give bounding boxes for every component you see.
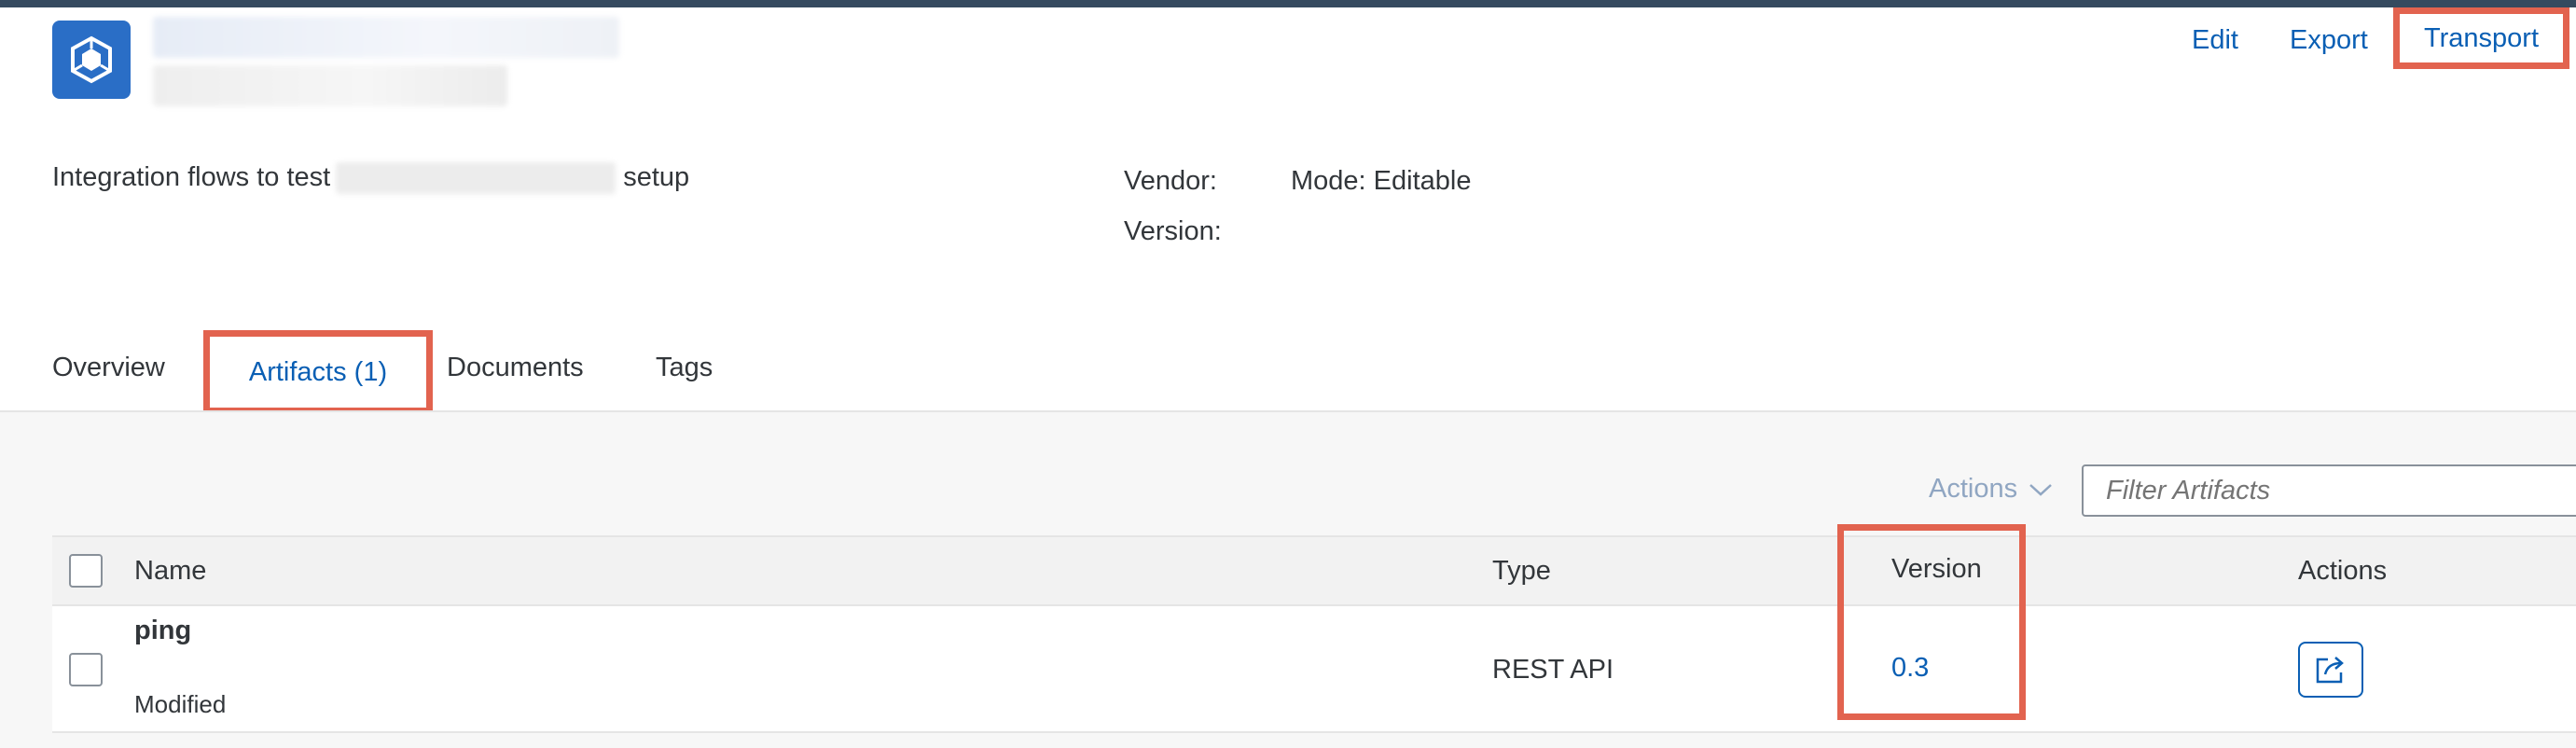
artifact-version-link[interactable]: 0.3 <box>1891 653 1929 684</box>
select-all-checkbox[interactable] <box>69 554 103 588</box>
column-header-type[interactable]: Type <box>1492 556 1551 587</box>
table-row[interactable]: ping Modified REST API <box>52 606 2576 733</box>
transport-button[interactable]: Transport <box>2393 7 2570 69</box>
table-header: Name Type Actions <box>52 535 2576 606</box>
artifact-status: Modified <box>134 690 227 718</box>
tab-artifacts[interactable]: Artifacts (1) <box>203 330 433 414</box>
export-icon <box>2316 657 2344 684</box>
column-header-actions: Actions <box>2298 556 2388 586</box>
artifact-action-button[interactable] <box>2298 642 2363 698</box>
artifact-name[interactable]: ping <box>134 616 191 646</box>
edit-button[interactable]: Edit <box>2192 17 2238 63</box>
mode-status: Mode: Editable <box>1291 166 1472 196</box>
package-icon <box>52 21 131 99</box>
artifact-type: REST API <box>1492 655 1614 685</box>
column-header-name[interactable]: Name <box>134 556 206 587</box>
column-header-version[interactable]: Version <box>1891 554 1982 585</box>
actions-dropdown[interactable]: Actions <box>1929 474 2053 505</box>
package-title-redacted <box>153 17 619 58</box>
chevron-down-icon <box>2029 483 2052 496</box>
version-label: Version: <box>1124 216 1222 246</box>
filter-artifacts-input[interactable] <box>2082 464 2576 517</box>
shell-top-bar <box>0 0 2576 7</box>
tab-tags[interactable]: Tags <box>656 353 713 383</box>
package-subtitle-redacted <box>153 65 507 106</box>
actions-dropdown-label: Actions <box>1929 474 2018 504</box>
description-redacted <box>336 162 616 195</box>
export-button[interactable]: Export <box>2290 17 2368 63</box>
tab-documents[interactable]: Documents <box>447 353 584 383</box>
tab-overview[interactable]: Overview <box>52 353 165 383</box>
package-description: Integration flows to test setup <box>52 162 690 195</box>
vendor-label: Vendor: <box>1124 166 1217 196</box>
row-checkbox[interactable] <box>69 653 103 686</box>
description-prefix: Integration flows to test <box>52 162 331 192</box>
description-suffix: setup <box>623 162 690 192</box>
